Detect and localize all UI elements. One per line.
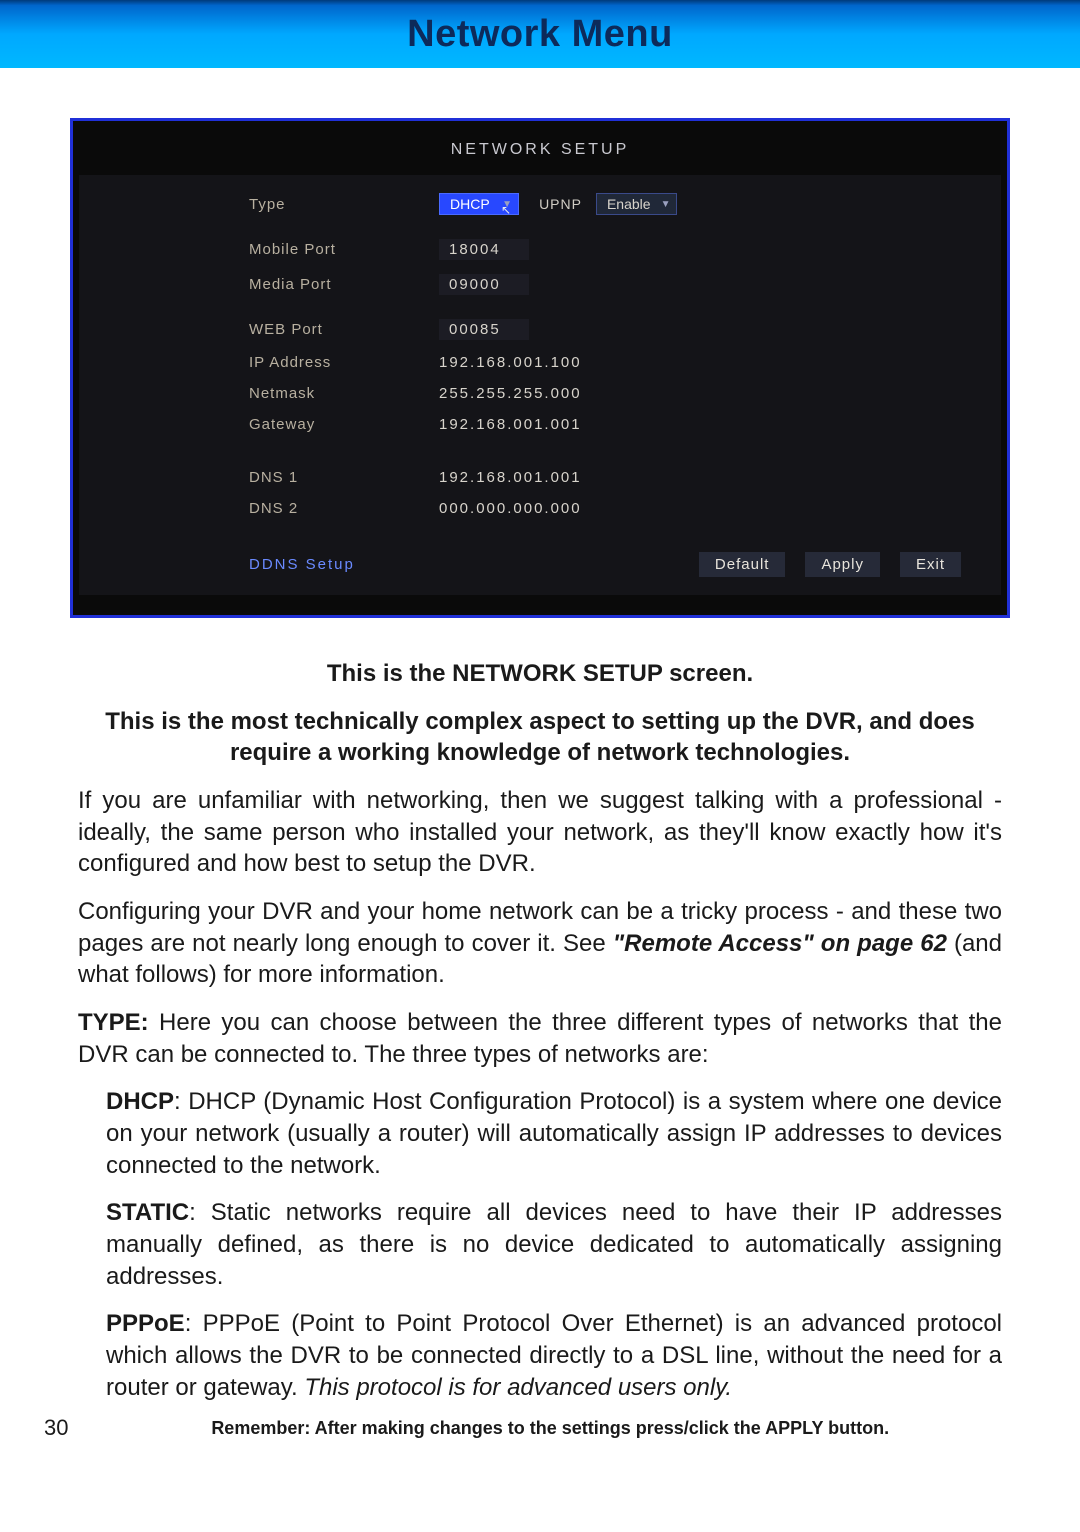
dns1-label: DNS 1 [249, 469, 439, 486]
type-body: Here you can choose between the three di… [78, 1009, 1002, 1068]
type-dropdown-value: DHCP [450, 196, 490, 212]
ddns-setup-link[interactable]: DDNS Setup [249, 556, 355, 573]
dvr-screenshot: NETWORK SETUP Type DHCP ▼ ↖ UPNP Enable … [70, 118, 1010, 618]
footer-note: Remember: After making changes to the se… [98, 1418, 1002, 1439]
remote-access-ref: "Remote Access" on page 62 [613, 930, 947, 957]
dns2-label: DNS 2 [249, 500, 439, 517]
upnp-label: UPNP [539, 196, 582, 212]
mobile-port-label: Mobile Port [249, 241, 439, 258]
caption-line-1: This is the NETWORK SETUP screen. [78, 658, 1002, 690]
static-lead: STATIC [106, 1199, 189, 1226]
page-number: 30 [44, 1415, 68, 1441]
media-port-input[interactable]: 09000 [439, 274, 529, 295]
mobile-port-input[interactable]: 18004 [439, 239, 529, 260]
netmask-value: 255.255.255.000 [439, 385, 582, 402]
default-button[interactable]: Default [699, 552, 786, 577]
dhcp-lead: DHCP [106, 1088, 174, 1115]
dvr-window-title: NETWORK SETUP [73, 141, 1007, 159]
paragraph-static: STATIC: Static networks require all devi… [78, 1197, 1002, 1292]
pppoe-lead: PPPoE [106, 1310, 185, 1337]
web-port-label: WEB Port [249, 321, 439, 338]
web-port-input[interactable]: 00085 [439, 319, 529, 340]
pppoe-note: This protocol is for advanced users only… [304, 1374, 732, 1401]
caption-line-2: This is the most technically complex asp… [78, 706, 1002, 769]
page-banner: Network Menu [0, 0, 1080, 68]
apply-button[interactable]: Apply [805, 552, 880, 577]
media-port-label: Media Port [249, 276, 439, 293]
cursor-icon: ↖ [501, 203, 511, 217]
gateway-label: Gateway [249, 416, 439, 433]
type-lead: TYPE: [78, 1009, 149, 1036]
ip-address-value: 192.168.001.100 [439, 354, 582, 371]
gateway-value: 192.168.001.001 [439, 416, 582, 433]
paragraph-intro: If you are unfamiliar with networking, t… [78, 785, 1002, 880]
paragraph-dhcp: DHCP: DHCP (Dynamic Host Configuration P… [78, 1086, 1002, 1181]
paragraph-type: TYPE: Here you can choose between the th… [78, 1007, 1002, 1070]
chevron-down-icon: ▼ [651, 199, 671, 210]
ip-address-label: IP Address [249, 354, 439, 371]
banner-title: Network Menu [407, 13, 673, 56]
dhcp-body: : DHCP (Dynamic Host Configuration Proto… [106, 1088, 1002, 1178]
dns2-value: 000.000.000.000 [439, 500, 582, 517]
paragraph-config: Configuring your DVR and your home netwo… [78, 896, 1002, 991]
netmask-label: Netmask [249, 385, 439, 402]
exit-button[interactable]: Exit [900, 552, 961, 577]
dns1-value: 192.168.001.001 [439, 469, 582, 486]
upnp-dropdown-value: Enable [607, 196, 651, 212]
upnp-dropdown[interactable]: Enable ▼ [596, 193, 678, 215]
type-label: Type [249, 196, 439, 213]
paragraph-pppoe: PPPoE: PPPoE (Point to Point Protocol Ov… [78, 1308, 1002, 1403]
static-body: : Static networks require all devices ne… [106, 1199, 1002, 1289]
